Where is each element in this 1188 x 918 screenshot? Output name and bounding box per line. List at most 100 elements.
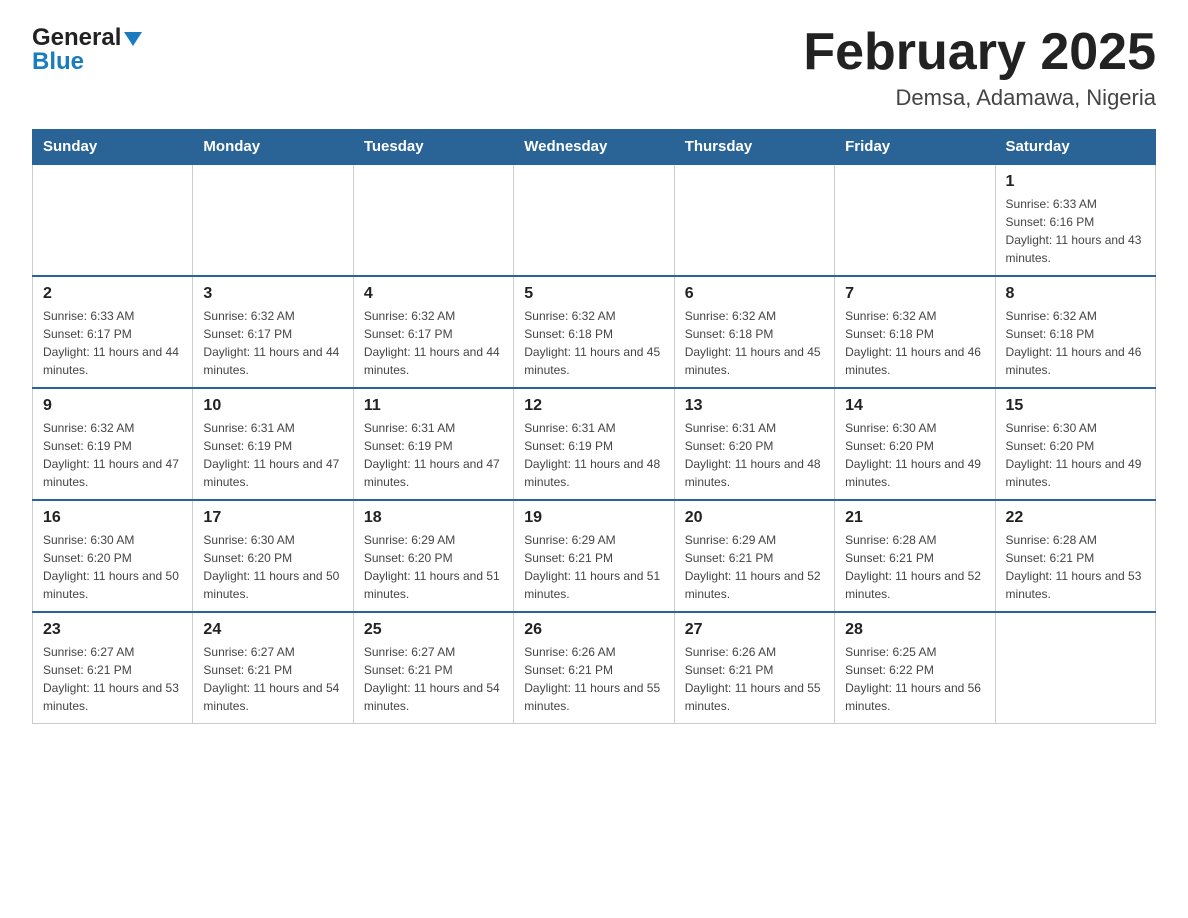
calendar-cell: 14 Sunrise: 6:30 AMSunset: 6:20 PMDayligh… — [835, 388, 995, 500]
calendar-cell: 13 Sunrise: 6:31 AMSunset: 6:20 PMDayligh… — [674, 388, 834, 500]
calendar-cell — [353, 164, 513, 276]
day-info: Sunrise: 6:29 AMSunset: 6:21 PMDaylight:… — [685, 531, 824, 603]
header-thursday: Thursday — [674, 130, 834, 165]
day-info: Sunrise: 6:31 AMSunset: 6:19 PMDaylight:… — [364, 419, 503, 491]
logo-blue-text: Blue — [32, 48, 84, 76]
day-number: 17 — [203, 509, 342, 527]
calendar-cell: 5 Sunrise: 6:32 AMSunset: 6:18 PMDaylight… — [514, 276, 674, 388]
calendar-cell: 26 Sunrise: 6:26 AMSunset: 6:21 PMDayligh… — [514, 612, 674, 724]
day-number: 28 — [845, 621, 984, 639]
day-number: 5 — [524, 285, 663, 303]
logo: General Blue — [32, 24, 142, 76]
day-info: Sunrise: 6:32 AMSunset: 6:19 PMDaylight:… — [43, 419, 182, 491]
calendar-cell: 19 Sunrise: 6:29 AMSunset: 6:21 PMDayligh… — [514, 500, 674, 612]
calendar-cell: 10 Sunrise: 6:31 AMSunset: 6:19 PMDayligh… — [193, 388, 353, 500]
day-number: 9 — [43, 397, 182, 415]
calendar-cell: 16 Sunrise: 6:30 AMSunset: 6:20 PMDayligh… — [33, 500, 193, 612]
calendar-cell — [193, 164, 353, 276]
calendar-cell — [674, 164, 834, 276]
calendar-cell: 28 Sunrise: 6:25 AMSunset: 6:22 PMDayligh… — [835, 612, 995, 724]
day-info: Sunrise: 6:31 AMSunset: 6:19 PMDaylight:… — [203, 419, 342, 491]
calendar-table: Sunday Monday Tuesday Wednesday Thursday… — [32, 129, 1156, 724]
day-number: 7 — [845, 285, 984, 303]
day-number: 12 — [524, 397, 663, 415]
header-friday: Friday — [835, 130, 995, 165]
calendar-cell: 2Sunrise: 6:33 AMSunset: 6:17 PMDaylight… — [33, 276, 193, 388]
week-row-1: 1 Sunrise: 6:33 AMSunset: 6:16 PMDaylight… — [33, 164, 1156, 276]
day-number: 10 — [203, 397, 342, 415]
day-info: Sunrise: 6:33 AMSunset: 6:17 PMDaylight:… — [43, 307, 182, 379]
day-info: Sunrise: 6:31 AMSunset: 6:20 PMDaylight:… — [685, 419, 824, 491]
day-number: 13 — [685, 397, 824, 415]
day-number: 14 — [845, 397, 984, 415]
day-info: Sunrise: 6:32 AMSunset: 6:18 PMDaylight:… — [1006, 307, 1145, 379]
header-wednesday: Wednesday — [514, 130, 674, 165]
day-number: 4 — [364, 285, 503, 303]
calendar-cell: 6Sunrise: 6:32 AMSunset: 6:18 PMDaylight… — [674, 276, 834, 388]
calendar-cell: 17 Sunrise: 6:30 AMSunset: 6:20 PMDayligh… — [193, 500, 353, 612]
day-number: 19 — [524, 509, 663, 527]
day-info: Sunrise: 6:30 AMSunset: 6:20 PMDaylight:… — [1006, 419, 1145, 491]
day-number: 27 — [685, 621, 824, 639]
calendar-cell: 15 Sunrise: 6:30 AMSunset: 6:20 PMDayligh… — [995, 388, 1155, 500]
calendar-cell: 21 Sunrise: 6:28 AMSunset: 6:21 PMDayligh… — [835, 500, 995, 612]
day-number: 3 — [203, 285, 342, 303]
day-info: Sunrise: 6:33 AMSunset: 6:16 PMDaylight:… — [1006, 195, 1145, 267]
day-number: 8 — [1006, 285, 1145, 303]
day-info: Sunrise: 6:32 AMSunset: 6:18 PMDaylight:… — [845, 307, 984, 379]
week-row-5: 23 Sunrise: 6:27 AMSunset: 6:21 PMDayligh… — [33, 612, 1156, 724]
calendar-cell: 24 Sunrise: 6:27 AMSunset: 6:21 PMDayligh… — [193, 612, 353, 724]
day-info: Sunrise: 6:32 AMSunset: 6:18 PMDaylight:… — [685, 307, 824, 379]
calendar-cell: 3 Sunrise: 6:32 AMSunset: 6:17 PMDaylight… — [193, 276, 353, 388]
weekday-header-row: Sunday Monday Tuesday Wednesday Thursday… — [33, 130, 1156, 165]
calendar-cell: 8 Sunrise: 6:32 AMSunset: 6:18 PMDaylight… — [995, 276, 1155, 388]
calendar-cell: 9 Sunrise: 6:32 AMSunset: 6:19 PMDaylight… — [33, 388, 193, 500]
day-info: Sunrise: 6:29 AMSunset: 6:20 PMDaylight:… — [364, 531, 503, 603]
calendar-cell: 1 Sunrise: 6:33 AMSunset: 6:16 PMDaylight… — [995, 164, 1155, 276]
calendar-cell: 23 Sunrise: 6:27 AMSunset: 6:21 PMDayligh… — [33, 612, 193, 724]
day-number: 25 — [364, 621, 503, 639]
day-number: 1 — [1006, 173, 1145, 191]
calendar-cell — [995, 612, 1155, 724]
day-info: Sunrise: 6:26 AMSunset: 6:21 PMDaylight:… — [524, 643, 663, 715]
day-number: 23 — [43, 621, 182, 639]
day-info: Sunrise: 6:32 AMSunset: 6:17 PMDaylight:… — [364, 307, 503, 379]
day-number: 11 — [364, 397, 503, 415]
day-info: Sunrise: 6:32 AMSunset: 6:17 PMDaylight:… — [203, 307, 342, 379]
day-number: 20 — [685, 509, 824, 527]
day-info: Sunrise: 6:30 AMSunset: 6:20 PMDaylight:… — [43, 531, 182, 603]
header-monday: Monday — [193, 130, 353, 165]
calendar-cell: 25 Sunrise: 6:27 AMSunset: 6:21 PMDayligh… — [353, 612, 513, 724]
day-info: Sunrise: 6:27 AMSunset: 6:21 PMDaylight:… — [43, 643, 182, 715]
day-info: Sunrise: 6:30 AMSunset: 6:20 PMDaylight:… — [845, 419, 984, 491]
day-info: Sunrise: 6:27 AMSunset: 6:21 PMDaylight:… — [203, 643, 342, 715]
day-info: Sunrise: 6:26 AMSunset: 6:21 PMDaylight:… — [685, 643, 824, 715]
day-info: Sunrise: 6:31 AMSunset: 6:19 PMDaylight:… — [524, 419, 663, 491]
day-info: Sunrise: 6:25 AMSunset: 6:22 PMDaylight:… — [845, 643, 984, 715]
day-number: 21 — [845, 509, 984, 527]
calendar-cell: 12 Sunrise: 6:31 AMSunset: 6:19 PMDayligh… — [514, 388, 674, 500]
calendar-cell: 27 Sunrise: 6:26 AMSunset: 6:21 PMDayligh… — [674, 612, 834, 724]
day-info: Sunrise: 6:32 AMSunset: 6:18 PMDaylight:… — [524, 307, 663, 379]
day-number: 16 — [43, 509, 182, 527]
week-row-4: 16 Sunrise: 6:30 AMSunset: 6:20 PMDayligh… — [33, 500, 1156, 612]
day-info: Sunrise: 6:29 AMSunset: 6:21 PMDaylight:… — [524, 531, 663, 603]
day-info: Sunrise: 6:30 AMSunset: 6:20 PMDaylight:… — [203, 531, 342, 603]
day-info: Sunrise: 6:28 AMSunset: 6:21 PMDaylight:… — [845, 531, 984, 603]
calendar-cell — [33, 164, 193, 276]
header-saturday: Saturday — [995, 130, 1155, 165]
page-header: General Blue February 2025 Demsa, Adamaw… — [32, 24, 1156, 111]
day-number: 15 — [1006, 397, 1145, 415]
calendar-cell — [835, 164, 995, 276]
day-info: Sunrise: 6:27 AMSunset: 6:21 PMDaylight:… — [364, 643, 503, 715]
calendar-cell: 18 Sunrise: 6:29 AMSunset: 6:20 PMDayligh… — [353, 500, 513, 612]
day-number: 22 — [1006, 509, 1145, 527]
title-block: February 2025 Demsa, Adamawa, Nigeria — [803, 24, 1156, 111]
day-number: 18 — [364, 509, 503, 527]
week-row-2: 2Sunrise: 6:33 AMSunset: 6:17 PMDaylight… — [33, 276, 1156, 388]
calendar-cell: 20 Sunrise: 6:29 AMSunset: 6:21 PMDayligh… — [674, 500, 834, 612]
day-number: 26 — [524, 621, 663, 639]
calendar-cell — [514, 164, 674, 276]
logo-triangle-icon — [124, 32, 142, 46]
day-number: 24 — [203, 621, 342, 639]
